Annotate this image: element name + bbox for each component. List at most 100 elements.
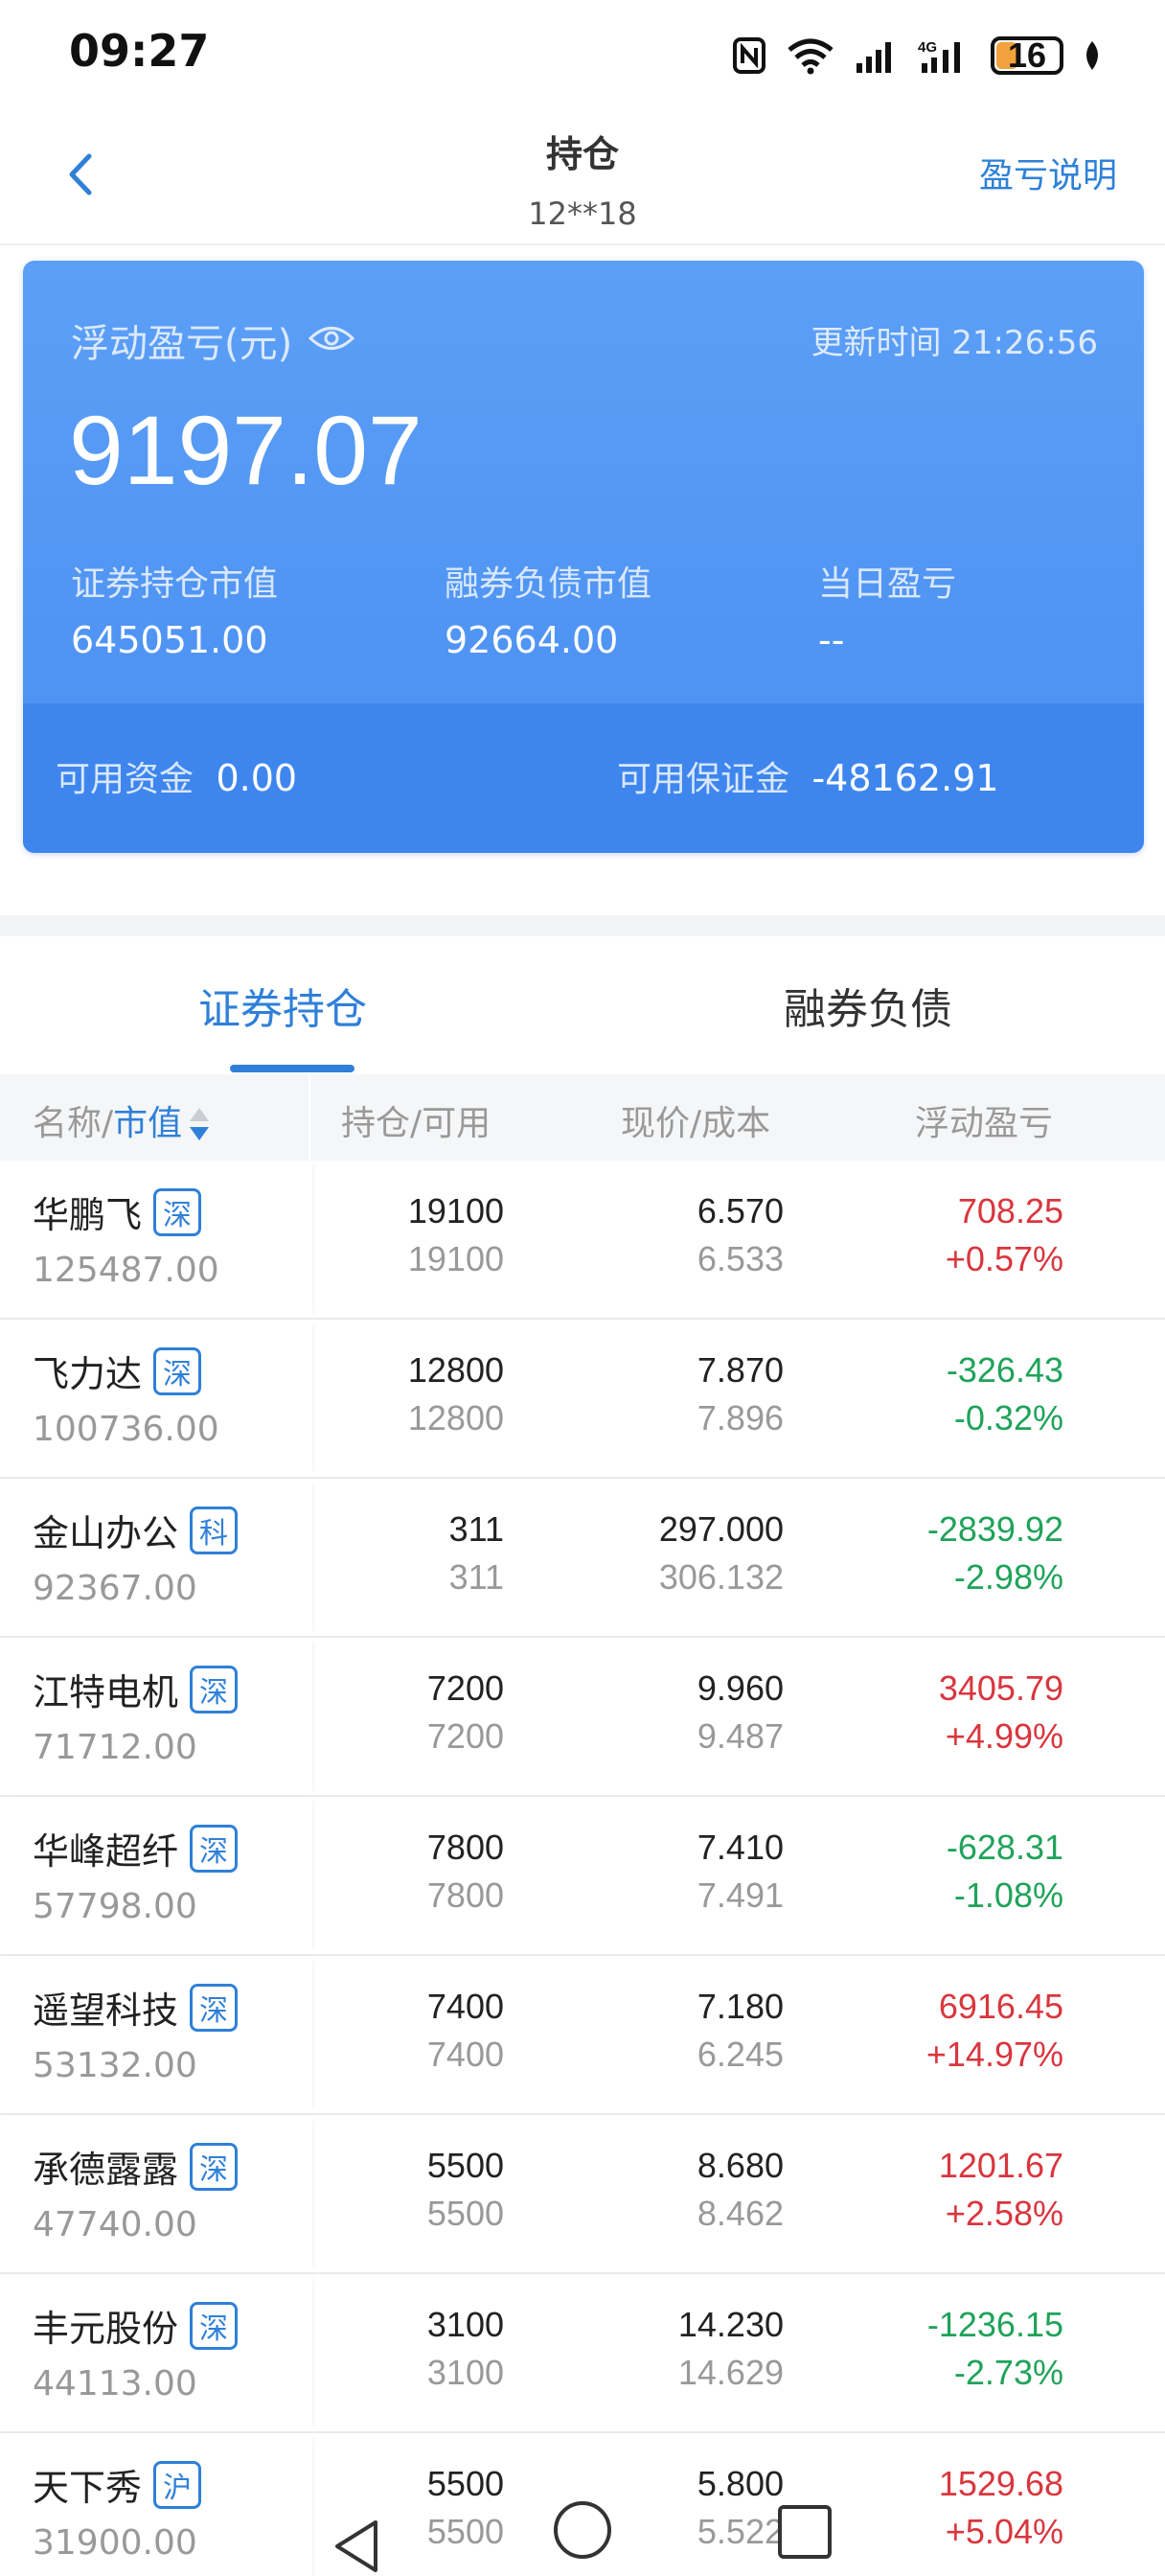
available-cash: 可用资金 0.00: [56, 751, 297, 801]
cost-price: 6.533: [697, 1239, 784, 1278]
float-pl: 708.25: [957, 1191, 1063, 1230]
float-pl: -628.31: [946, 1828, 1063, 1867]
current-price: 9.960: [697, 1668, 784, 1708]
table-row[interactable]: 华鹏飞深 125487.00 19100 19100 6.570 6.533 7…: [0, 1161, 1165, 1320]
nav-header: 持仓 12**18 盈亏说明: [0, 107, 1165, 245]
stock-name: 承德露露深: [33, 2140, 239, 2193]
tab-short-liability[interactable]: 融券负债: [784, 975, 952, 1036]
row-name-cell: [0, 1638, 312, 1795]
wifi-icon: [786, 36, 835, 75]
pl-help-link[interactable]: 盈亏说明: [979, 148, 1117, 197]
market-badge: 深: [190, 2142, 239, 2191]
col-price-header: 现价/成本: [621, 1104, 771, 1143]
col-pl-header: 浮动盈亏: [915, 1104, 1054, 1143]
status-icons: 4G 16: [732, 29, 1102, 82]
row-name-cell: [0, 1797, 312, 1954]
cost-price: 7.896: [697, 1398, 784, 1438]
current-price: 5.800: [697, 2464, 784, 2503]
holdings-page: 09:27 4G 16 持仓 12**18 盈亏说明 浮动盈亏(元) 更新时间 …: [0, 0, 1165, 2576]
stock-name: 江特电机深: [33, 1663, 239, 1715]
avail-qty: 19100: [407, 1239, 504, 1278]
table-row[interactable]: 华峰超纤深 57798.00 7800 7800 7.410 7.491 -62…: [0, 1797, 1165, 1956]
stock-name-text: 天下秀: [33, 2467, 143, 2509]
stock-market-value: 53132.00: [33, 2046, 197, 2085]
nav-recents-icon[interactable]: [778, 2505, 832, 2559]
col-market-value-label: 市值: [113, 1104, 183, 1143]
stock-market-value: 31900.00: [33, 2523, 197, 2563]
float-pl-label: 浮动盈亏(元): [71, 322, 293, 366]
nav-home-icon[interactable]: [554, 2501, 611, 2559]
market-badge: 深: [190, 1665, 239, 1714]
col-position-header: 持仓/可用: [341, 1104, 491, 1143]
market-badge: 深: [190, 2301, 239, 2350]
float-pl: -326.43: [946, 1350, 1063, 1390]
market-badge: 科: [190, 1506, 239, 1554]
current-price: 6.570: [697, 1191, 784, 1230]
float-pl-pct: -2.98%: [953, 1557, 1063, 1597]
daily-pl-block: 当日盈亏 --: [818, 556, 956, 661]
table-row[interactable]: 金山办公科 92367.00 311 311 297.000 306.132 -…: [0, 1479, 1165, 1638]
avail-qty: 5500: [426, 2512, 504, 2551]
update-time-label: 更新时间: [811, 324, 942, 362]
hold-qty: 12800: [407, 1350, 504, 1390]
stock-name: 飞力达深: [33, 1345, 202, 1397]
hold-qty: 7200: [426, 1668, 504, 1708]
short-liability: 92664.00: [445, 619, 619, 661]
cost-price: 6.245: [697, 2035, 784, 2074]
cost-price: 7.491: [697, 1875, 784, 1915]
current-price: 8.680: [697, 2146, 784, 2185]
table-row[interactable]: 飞力达深 100736.00 12800 12800 7.870 7.896 -…: [0, 1320, 1165, 1479]
stock-name: 丰元股份深: [33, 2299, 239, 2352]
stock-name-text: 金山办公: [33, 1512, 179, 1554]
market-value-block: 证券持仓市值 645051.00: [71, 556, 278, 661]
float-pl: 1529.68: [938, 2464, 1063, 2503]
col-name-label: 名称/: [33, 1104, 114, 1143]
stock-name-text: 飞力达: [33, 1353, 143, 1395]
tab-securities[interactable]: 证券持仓: [198, 975, 367, 1036]
tab-indicator: [230, 1065, 354, 1072]
float-pl: -2839.92: [926, 1509, 1063, 1549]
table-header: 名称/市值 持仓/可用 现价/成本 浮动盈亏: [0, 1074, 1165, 1161]
daily-pl-label: 当日盈亏: [818, 564, 957, 604]
float-pl-pct: +4.99%: [945, 1716, 1063, 1756]
account-number: 12**18: [528, 196, 637, 232]
market-value: 645051.00: [71, 619, 268, 661]
float-pl-value: 9197.07: [69, 396, 423, 505]
holdings-list: 华鹏飞深 125487.00 19100 19100 6.570 6.533 7…: [0, 1161, 1165, 2576]
nav-back-icon[interactable]: [331, 2518, 381, 2574]
sort-icon: [190, 1106, 210, 1144]
eye-icon[interactable]: [308, 318, 355, 362]
stock-name-text: 江特电机: [33, 1671, 179, 1714]
row-name-cell: [0, 2274, 312, 2431]
4g-signal-icon: 4G: [918, 36, 971, 75]
available-margin-label: 可用保证金: [617, 760, 790, 799]
row-name-cell: [0, 1479, 312, 1636]
row-name-cell: [0, 1320, 312, 1477]
table-row[interactable]: 江特电机深 71712.00 7200 7200 9.960 9.487 340…: [0, 1638, 1165, 1797]
header-divider: [308, 1074, 310, 1161]
avail-qty: 7800: [426, 1875, 504, 1915]
cost-price: 306.132: [658, 1557, 784, 1597]
daily-pl: --: [818, 619, 845, 661]
avail-qty: 12800: [407, 1398, 504, 1438]
avail-qty: 5500: [426, 2194, 504, 2233]
nfc-icon: [732, 36, 766, 75]
cost-price: 8.462: [697, 2194, 784, 2233]
stock-name-text: 遥望科技: [33, 1990, 179, 2032]
hold-qty: 5500: [426, 2464, 504, 2503]
float-pl-pct: -1.08%: [953, 1875, 1063, 1915]
stock-name: 遥望科技深: [33, 1981, 239, 2034]
update-time: 更新时间 21:26:56: [811, 316, 1098, 363]
svg-text:4G: 4G: [918, 39, 937, 56]
float-pl-pct: -2.73%: [953, 2353, 1063, 2392]
section-divider: [0, 915, 1165, 936]
stock-market-value: 100736.00: [33, 1410, 219, 1449]
stock-name-text: 华鹏飞: [33, 1194, 143, 1236]
short-liability-label: 融券负债市值: [445, 564, 652, 604]
col-name-header[interactable]: 名称/市值: [33, 1095, 210, 1145]
table-row[interactable]: 丰元股份深 44113.00 3100 3100 14.230 14.629 -…: [0, 2274, 1165, 2433]
table-row[interactable]: 承德露露深 47740.00 5500 5500 8.680 8.462 120…: [0, 2115, 1165, 2274]
hold-qty: 7400: [426, 1987, 504, 2026]
table-row[interactable]: 遥望科技深 53132.00 7400 7400 7.180 6.245 691…: [0, 1956, 1165, 2115]
stock-market-value: 57798.00: [33, 1887, 197, 1926]
